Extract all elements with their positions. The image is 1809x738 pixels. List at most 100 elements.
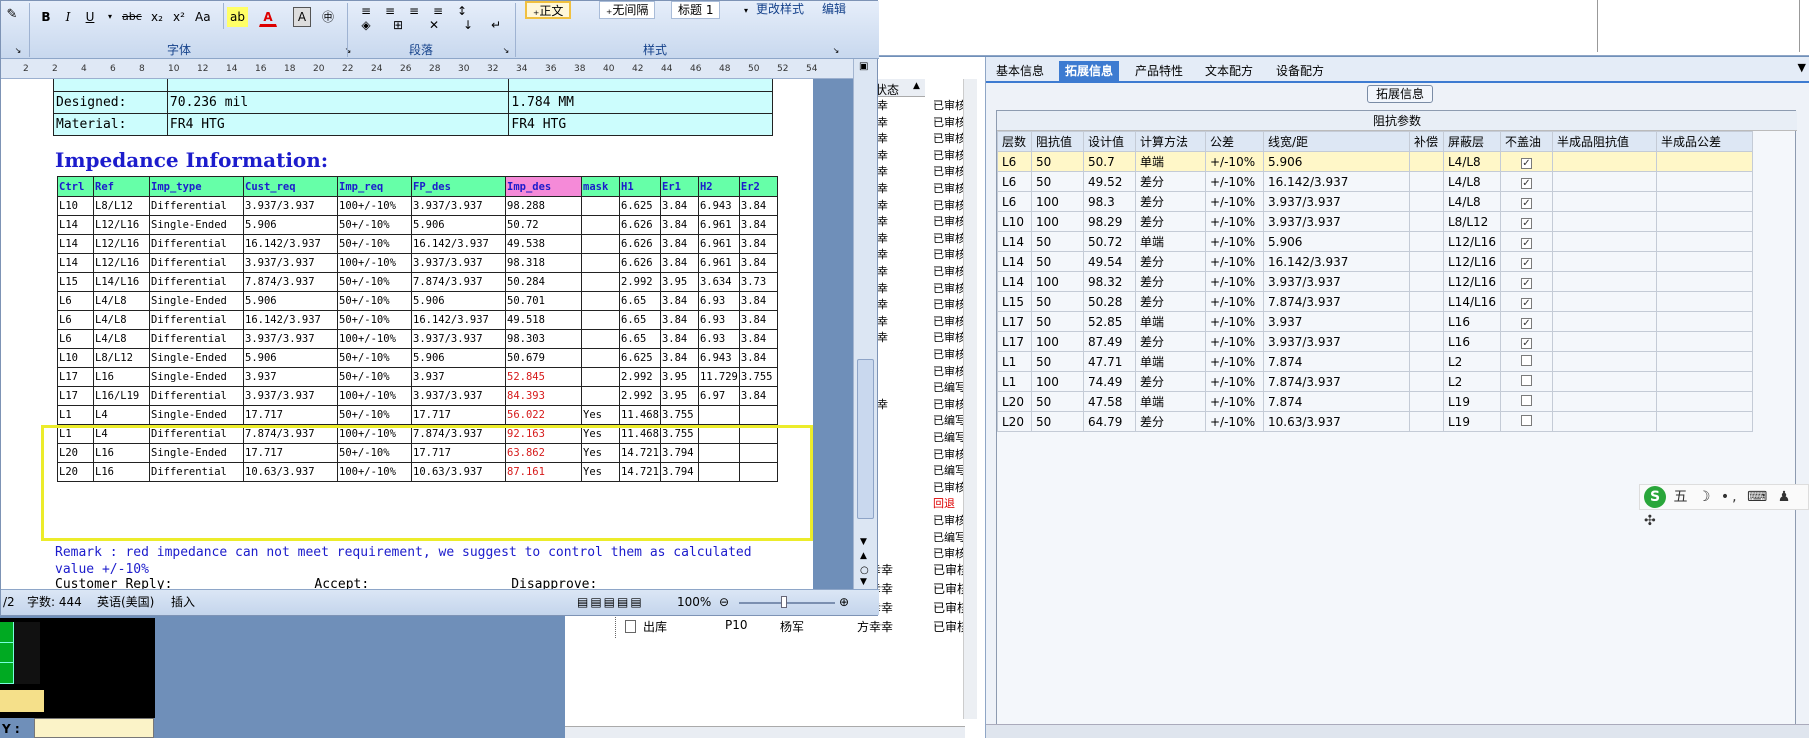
status-cell[interactable]: 已审核 <box>933 130 966 146</box>
status-cell[interactable]: 已编写 <box>933 529 966 545</box>
underline-dropdown-icon[interactable]: ▾ <box>101 7 119 27</box>
status-cell[interactable]: 已审核 <box>933 512 966 528</box>
status-cell[interactable]: 回退 <box>933 495 955 511</box>
tree-p2[interactable]: 方幸幸 <box>857 618 893 635</box>
owner-cell[interactable]: 幸 <box>877 263 888 279</box>
edit-button[interactable]: 编辑 <box>819 0 849 19</box>
owner-cell[interactable]: 幸 <box>877 97 888 113</box>
style-normal[interactable]: ₊正文 <box>525 1 572 19</box>
status-cell[interactable]: 已审核 <box>933 230 966 246</box>
bold-button[interactable]: B <box>37 7 55 27</box>
shading-icon[interactable]: ◈ <box>357 15 375 35</box>
checkbox[interactable]: ✓ <box>1520 177 1532 189</box>
status-cell[interactable]: 已审核 <box>933 446 966 462</box>
highlight-button[interactable]: ab <box>227 7 248 27</box>
no-mask-checkbox-cell[interactable]: ✓ <box>1499 231 1553 252</box>
grid-row[interactable]: L6 50 50.7 单端 +/-10% 5.906 L4/L8 ✓ <box>997 151 1753 172</box>
zoom-slider[interactable] <box>739 602 835 604</box>
grid-row[interactable]: L14 50 50.72 单端 +/-10% 5.906 L12/L16 ✓ <box>997 231 1753 252</box>
status-cell[interactable]: 已审核 <box>933 313 966 329</box>
owner-cell[interactable]: 幸 <box>877 197 888 213</box>
status-cell[interactable]: 已审核 <box>933 163 966 179</box>
checkbox[interactable]: ✓ <box>1520 317 1532 329</box>
panel-horizontal-scrollbar[interactable] <box>986 724 1809 738</box>
sort-icon[interactable]: ↓ <box>459 15 477 35</box>
no-mask-checkbox-cell[interactable]: ✓ <box>1499 251 1553 272</box>
checkbox[interactable]: ✓ <box>1520 197 1532 209</box>
tab-product-features[interactable]: 产品特性 <box>1129 61 1189 83</box>
no-mask-checkbox-cell[interactable]: ✓ <box>1499 171 1553 192</box>
tree-name[interactable]: 出库 <box>643 618 667 635</box>
no-mask-checkbox-cell[interactable]: ✓ <box>1499 151 1553 172</box>
styles-dialog-icon[interactable]: ↘ <box>827 41 845 61</box>
underline-button[interactable]: U <box>81 7 99 27</box>
status-cell[interactable]: 已审核 <box>933 147 966 163</box>
grid-header[interactable]: 屏蔽层 <box>1443 131 1501 152</box>
checkbox[interactable]: ✓ <box>1520 257 1532 269</box>
checkbox[interactable] <box>1520 354 1532 366</box>
owner-cell[interactable]: 幸 <box>877 180 888 196</box>
checkbox[interactable]: ✓ <box>1520 217 1532 229</box>
checkbox[interactable]: ✓ <box>1520 237 1532 249</box>
grid-row[interactable]: L6 100 98.3 差分 +/-10% 3.937/3.937 L4/L8 ✓ <box>997 191 1753 212</box>
status-cell[interactable]: 已审核 <box>933 479 966 495</box>
zoom-out-icon[interactable]: ⊖ <box>719 590 729 614</box>
show-marks-icon[interactable]: ↵ <box>487 15 505 35</box>
list-horizontal-scrollbar[interactable] <box>565 726 965 738</box>
scroll-thumb[interactable] <box>857 359 874 519</box>
owner-cell[interactable]: 幸 <box>877 130 888 146</box>
tab-menu-icon[interactable]: ▼ <box>1798 61 1806 74</box>
clipboard-dialog-icon[interactable]: ↘ <box>9 41 27 61</box>
horizontal-ruler[interactable]: 2 2 4 6 8 10 12 14 16 18 20 22 24 26 28 30 32 34 36 38 40 42 4… <box>1 59 861 79</box>
status-cell[interactable]: 已审核 <box>933 180 966 196</box>
owner-cell[interactable]: 幸 <box>877 246 888 262</box>
font-dialog-icon[interactable]: ↘ <box>339 41 357 61</box>
grid-header[interactable]: 不盖油 <box>1499 131 1553 152</box>
change-styles-button[interactable]: 更改样式 <box>753 0 807 19</box>
document-page[interactable]: Designed: 70.236 mil 1.784 MM Material: FR4… <box>1 79 821 589</box>
checkbox[interactable]: ✓ <box>1520 297 1532 309</box>
grid-header[interactable]: 线宽/距 <box>1263 131 1410 152</box>
status-cell[interactable]: 已审核 <box>933 114 966 130</box>
status-cell[interactable]: 已审核 <box>933 280 966 296</box>
status-cell[interactable]: 已审核 <box>933 213 966 229</box>
grid-row[interactable]: L6 50 49.52 差分 +/-10% 16.142/3.937 L4/L8 ✓ <box>997 171 1753 192</box>
no-mask-checkbox-cell[interactable] <box>1499 411 1553 432</box>
status-cell[interactable]: 已编写 <box>933 462 966 478</box>
status-cell[interactable]: 已编写 <box>933 412 966 428</box>
view-buttons-icon[interactable]: ▤▤▤▤▤ <box>577 590 644 614</box>
no-mask-checkbox-cell[interactable]: ✓ <box>1499 271 1553 292</box>
change-case-button[interactable]: Aa <box>192 7 214 27</box>
checkbox[interactable]: ✓ <box>1520 157 1532 169</box>
checkbox[interactable]: ✓ <box>1520 337 1532 349</box>
ime-toolbar[interactable]: S 五 ☽ •, ⌨ ♟ ✣ <box>1639 484 1809 529</box>
zoom-in-icon[interactable]: ⊕ <box>839 590 849 614</box>
status-cell[interactable]: 已编写 <box>933 379 966 395</box>
subscript-button[interactable]: x₂ <box>148 7 166 27</box>
zoom-slider-thumb[interactable] <box>781 596 787 608</box>
format-painter-icon[interactable]: ✎ <box>3 5 21 25</box>
grid-row[interactable]: L17 50 52.85 单端 +/-10% 3.937 L16 ✓ <box>997 311 1753 332</box>
char-shading-button[interactable]: A <box>293 7 311 27</box>
grid-header[interactable]: 层数 <box>997 131 1032 152</box>
no-mask-checkbox-cell[interactable]: ✓ <box>1499 291 1553 312</box>
owner-cell[interactable]: 幸 <box>877 396 888 412</box>
tab-extended-info[interactable]: 拓展信息 <box>1059 61 1120 83</box>
grid-row[interactable]: L20 50 47.58 单端 +/-10% 7.874 L19 <box>997 391 1753 412</box>
list-scrollbar[interactable] <box>963 79 977 719</box>
next-page-icon[interactable]: ▼ <box>860 577 867 587</box>
grid-header[interactable]: 半成品阻抗值 <box>1551 131 1657 152</box>
status-cell[interactable]: 已编写 <box>933 429 966 445</box>
checkbox[interactable] <box>1520 374 1532 386</box>
column-header-status[interactable]: 状态 <box>875 81 899 98</box>
status-cell[interactable]: 已审核 <box>933 296 966 312</box>
status-cell[interactable]: 已审核 <box>933 545 966 561</box>
scroll-down-icon[interactable]: ▼ <box>860 537 867 547</box>
sort-up-icon[interactable]: ▲ <box>913 81 920 91</box>
owner-cell[interactable]: 幸 <box>877 280 888 296</box>
background-input[interactable] <box>34 718 154 738</box>
grid-header[interactable]: 补偿 <box>1409 131 1444 152</box>
style-no-spacing[interactable]: ₊无间隔 <box>599 1 656 19</box>
no-mask-checkbox-cell[interactable]: ✓ <box>1499 211 1553 232</box>
grid-row[interactable]: L1 100 74.49 差分 +/-10% 7.874/3.937 L2 <box>997 371 1753 392</box>
